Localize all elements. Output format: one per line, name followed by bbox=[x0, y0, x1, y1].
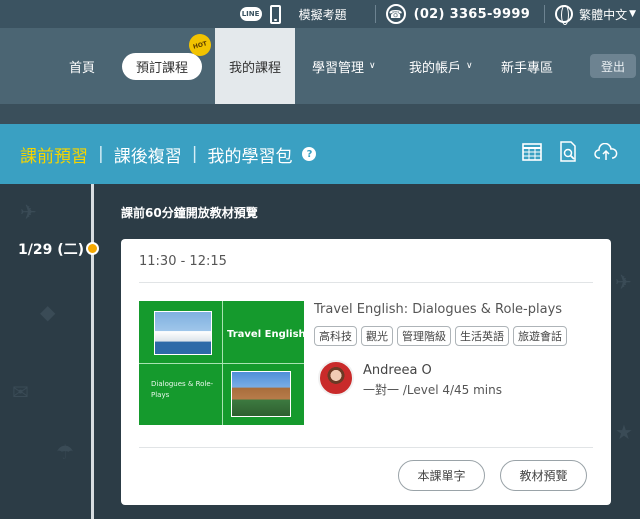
background-pattern-icon: ☂ bbox=[56, 440, 74, 464]
lesson-time: 11:30 - 12:15 bbox=[139, 254, 227, 269]
phone-number[interactable]: (02) 3365-9999 bbox=[414, 7, 530, 22]
lesson-card: 11:30 - 12:15 Travel English Dialogues &… bbox=[121, 239, 611, 505]
material-preview-button[interactable]: 教材預覽 bbox=[500, 460, 587, 491]
nav-newbie-label: 新手專區 bbox=[501, 60, 554, 76]
calendar-grid-icon[interactable] bbox=[522, 143, 542, 161]
tab-divider: | bbox=[191, 144, 198, 164]
document-search-icon[interactable] bbox=[559, 141, 579, 163]
santorini-photo bbox=[154, 311, 212, 355]
course-tags: 高科技 觀光 管理階級 生活英語 旅遊會話 bbox=[314, 326, 571, 346]
thumbnail-subtitle: Dialogues & Role-Plays bbox=[151, 380, 214, 399]
chevron-down-icon: ▼ bbox=[629, 9, 636, 19]
mobile-phone-icon[interactable] bbox=[269, 4, 281, 24]
thumbnail-title: Travel English bbox=[227, 329, 304, 340]
header-band bbox=[0, 104, 640, 124]
background-pattern-icon: ★ bbox=[615, 420, 633, 444]
mock-exam-link[interactable]: 模擬考題 bbox=[299, 6, 347, 23]
nav-learning-label: 學習管理 bbox=[312, 60, 365, 76]
course-thumbnail[interactable]: Travel English Dialogues & Role-Plays bbox=[139, 301, 304, 425]
vocabulary-button[interactable]: 本課單字 bbox=[398, 460, 485, 491]
timeline-dot bbox=[86, 242, 99, 255]
divider bbox=[139, 447, 593, 448]
tag: 高科技 bbox=[314, 326, 357, 346]
teacher-avatar[interactable] bbox=[318, 360, 354, 396]
preview-notice: 課前60分鐘開放教材預覽 bbox=[121, 206, 258, 220]
tag: 生活英語 bbox=[455, 326, 509, 346]
line-app-icon[interactable]: LINE bbox=[239, 7, 262, 21]
divider bbox=[544, 5, 546, 23]
language-label: 繁體中文 bbox=[579, 7, 628, 22]
tag: 旅遊會話 bbox=[513, 326, 567, 346]
background-pattern-icon: ✈ bbox=[20, 200, 37, 224]
nav-learning-management[interactable]: 學習管理 ∨ bbox=[312, 28, 376, 104]
divider bbox=[374, 5, 376, 23]
top-utility-bar: LINE 模擬考題 ☎ (02) 3365-9999 繁體中文 ▼ bbox=[0, 0, 640, 28]
tag: 管理階級 bbox=[397, 326, 451, 346]
cloud-upload-icon[interactable] bbox=[594, 143, 618, 161]
logout-button[interactable]: 登出 bbox=[590, 54, 636, 78]
background-pattern-icon: ✉ bbox=[12, 380, 29, 404]
nav-my-courses-label: 我的課程 bbox=[228, 60, 281, 76]
nav-newbie-zone[interactable]: 新手專區 bbox=[501, 28, 553, 104]
lesson-info: 一對一 /Level 4/45 mins bbox=[363, 383, 502, 397]
tab-learning-package[interactable]: 我的學習包 bbox=[207, 142, 292, 167]
nav-home[interactable]: 首頁 bbox=[69, 28, 95, 104]
nav-home-label: 首頁 bbox=[69, 60, 96, 76]
background-pattern-icon: ◆ bbox=[40, 300, 56, 324]
help-icon[interactable]: ? bbox=[302, 147, 317, 161]
timeline-line bbox=[91, 184, 94, 519]
lesson-date: 1/29 (二) bbox=[18, 242, 85, 258]
tab-divider: | bbox=[98, 144, 104, 164]
tab-review[interactable]: 課後複習 bbox=[114, 142, 182, 167]
tag: 觀光 bbox=[361, 326, 393, 346]
background-pattern-icon: ✈ bbox=[615, 270, 632, 294]
nav-account-label: 我的帳戶 bbox=[409, 60, 462, 76]
language-selector[interactable]: 繁體中文 ▼ bbox=[555, 5, 636, 25]
book-course-pill: 預訂課程 bbox=[122, 52, 203, 80]
teacher-name[interactable]: Andreea O bbox=[363, 363, 432, 378]
chevron-down-icon: ∨ bbox=[466, 61, 473, 71]
phone-call-icon: ☎ bbox=[385, 4, 406, 24]
nav-my-courses[interactable]: 我的課程 bbox=[215, 28, 295, 104]
divider bbox=[139, 282, 593, 283]
course-title[interactable]: Travel English: Dialogues & Role-plays bbox=[314, 302, 562, 317]
tab-preview[interactable]: 課前預習 bbox=[20, 142, 88, 167]
course-tabs: 課前預習 | 課後複習 | 我的學習包 ? bbox=[0, 124, 640, 184]
castle-photo bbox=[231, 371, 291, 417]
chevron-down-icon: ∨ bbox=[369, 61, 376, 71]
nav-my-account[interactable]: 我的帳戶 ∨ bbox=[409, 28, 473, 104]
globe-icon bbox=[555, 5, 574, 25]
